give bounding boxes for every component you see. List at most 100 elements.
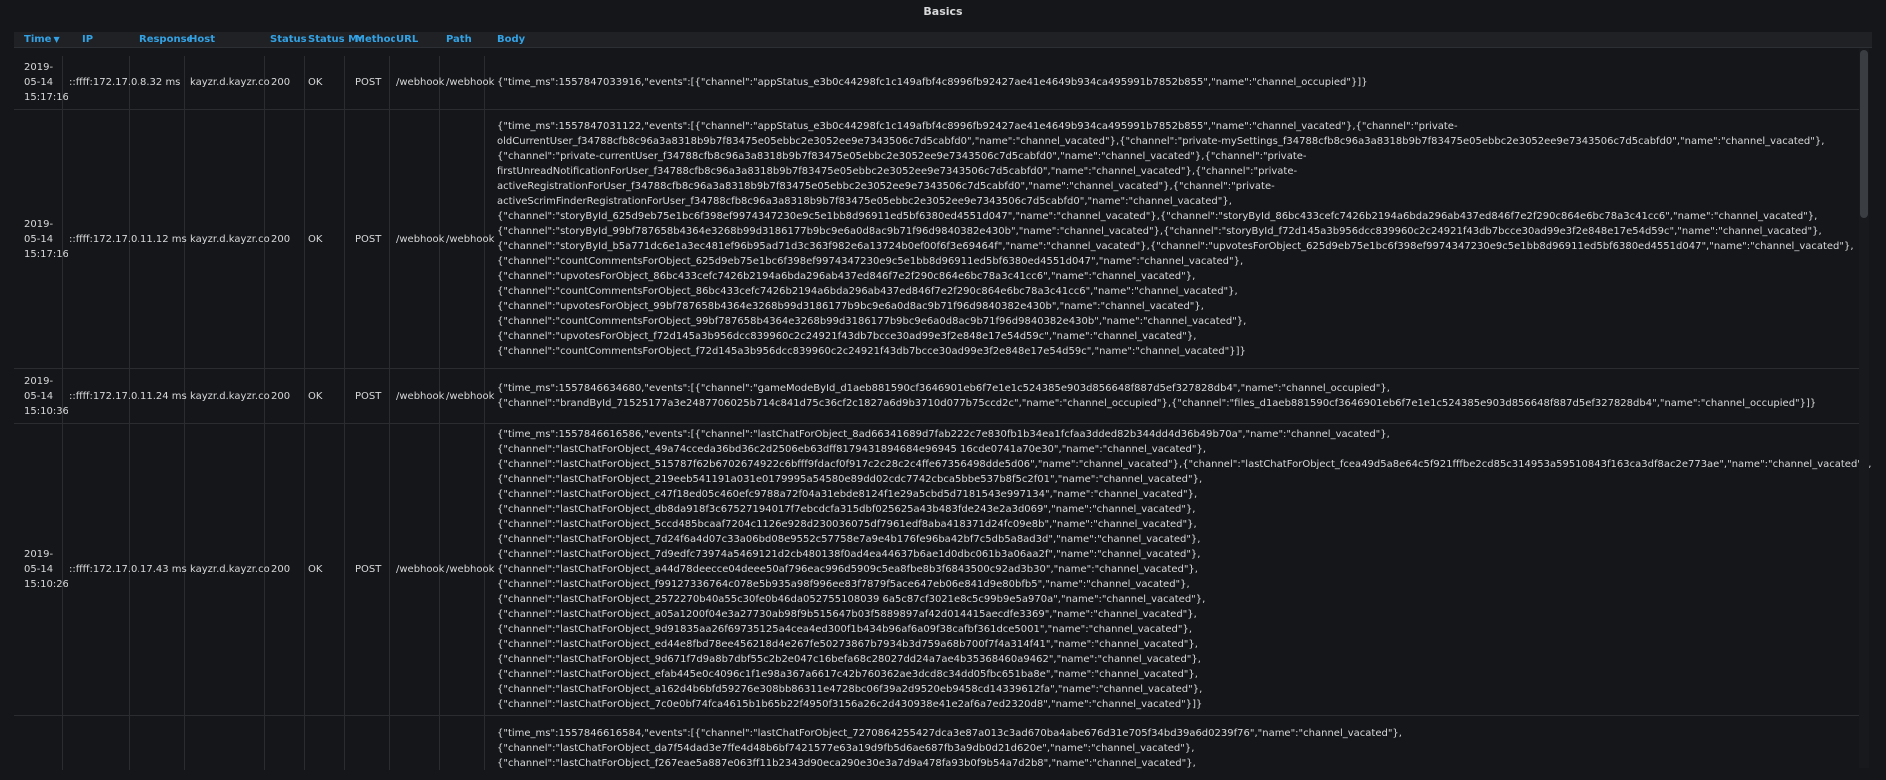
body-line: {"time_ms":1557846634680,"events":[{"cha… <box>497 383 1390 394</box>
body-line: {"channel":"storyById_625d9eb75e1bc6f398… <box>497 211 1818 222</box>
cell-status-message <box>308 716 354 770</box>
body-line: {"channel":"lastChatForObject_9d671f7d9a… <box>497 654 1201 665</box>
body-line: {"channel":"lastChatForObject_515787f62b… <box>497 459 1872 470</box>
body-line: {"channel":"lastChatForObject_a44d78deec… <box>497 564 1198 575</box>
cell-url <box>396 716 446 770</box>
cell-path: /webhook <box>446 233 495 245</box>
body-line: {"channel":"countCommentsForObject_99bf7… <box>497 316 1247 327</box>
cell-ip <box>69 716 139 770</box>
cell-method: POST <box>355 77 382 88</box>
body-line: oldCurrentUser_f34788cfb8c96a3a8318b9b7f… <box>497 136 1825 147</box>
body-line: {"channel":"lastChatForObject_5ccd485bca… <box>497 519 1197 530</box>
cell-response-time: 11.12 ms <box>140 233 187 245</box>
body-line: {"channel":"lastChatForObject_db8da918f3… <box>497 504 1196 515</box>
table-row[interactable]: {"time_ms":1557846616584,"events":[{"cha… <box>14 716 1864 770</box>
body-line: {"channel":"lastChatForObject_7d24f6a4d0… <box>497 534 1201 545</box>
cell-status-code: 200 <box>271 77 291 88</box>
column-header-status-message[interactable]: Status Messag <box>308 34 361 46</box>
cell-status-message: OK <box>308 77 323 88</box>
body-line: {"channel":"lastChatForObject_7c0e0bf74f… <box>497 699 1203 710</box>
cell-status-code: 200 <box>271 233 291 245</box>
cell-method: POST <box>355 390 382 402</box>
table-row[interactable]: 2019- 05-14 15:17:16::ffff:172.17.0.48.3… <box>14 56 1864 110</box>
column-header-ip[interactable]: IP <box>82 34 142 46</box>
body-line: {"channel":"storyById_b5a771dc6e1a3ec481… <box>497 241 1854 252</box>
body-line: {"channel":"countCommentsForObject_86bc4… <box>497 286 1238 297</box>
cell-body: {"time_ms":1557846616586,"events":[{"cha… <box>497 424 1871 715</box>
cell-url: /webhook <box>396 390 445 402</box>
cell-status-code: 200 <box>271 564 291 575</box>
body-line: {"time_ms":1557846616584,"events":[{"cha… <box>497 727 1402 739</box>
cell-method: POST <box>355 564 382 575</box>
cell-time: 2019- 05-14 15:10:26 <box>24 549 68 590</box>
table-panel: Basics Time▼ IP Response Ti Host Status … <box>0 0 1886 780</box>
column-header-response-time[interactable]: Response Ti <box>139 34 191 46</box>
data-table: Time▼ IP Response Ti Host Status Co Stat… <box>14 32 1872 770</box>
scrollbar-thumb[interactable] <box>1860 50 1868 218</box>
cell-url: /webhook <box>396 77 445 88</box>
column-header-path[interactable]: Path <box>446 34 496 46</box>
cell-time: 2019- 05-14 15:17:16 <box>24 62 68 103</box>
sort-desc-icon: ▼ <box>53 35 60 44</box>
cell-host: kayzr.d.kayzr.com <box>190 564 270 575</box>
column-header-host[interactable]: Host <box>189 34 264 46</box>
body-line: {"time_ms":1557847031122,"events":[{"cha… <box>497 121 1458 132</box>
column-header-url[interactable]: URL <box>396 34 446 46</box>
body-line: {"channel":"brandById_71525177a3e2487706… <box>497 398 1817 409</box>
column-header-body[interactable]: Body <box>497 34 577 46</box>
cell-path <box>446 716 496 770</box>
cell-response-time <box>140 716 190 770</box>
cell-method <box>355 716 395 770</box>
cell-host: kayzr.d.kayzr.com <box>190 390 270 402</box>
column-header-status-code[interactable]: Status Co <box>270 34 310 46</box>
cell-status-message: OK <box>308 390 323 402</box>
cell-ip: ::ffff:172.17.0.4 <box>69 390 139 402</box>
body-line: {"channel":"lastChatForObject_49a74cceda… <box>497 444 1207 455</box>
cell-ip: ::ffff:172.17.0.4 <box>69 564 139 575</box>
table-row[interactable]: 2019- 05-14 15:10:26::ffff:172.17.0.417.… <box>14 424 1871 716</box>
cell-status-code: 200 <box>271 390 291 402</box>
table-row[interactable]: 2019- 05-14 15:10:36::ffff:172.17.0.411.… <box>14 369 1864 424</box>
body-line: {"channel":"countCommentsForObject_625d9… <box>497 256 1244 267</box>
body-line: {"channel":"lastChatForObject_7d9edfc739… <box>497 549 1201 560</box>
body-line: {"channel":"countCommentsForObject_f72d1… <box>497 346 1246 357</box>
column-header-time-label: Time <box>24 34 52 45</box>
cell-status-message: OK <box>308 564 323 575</box>
cell-body: {"time_ms":1557846616584,"events":[{"cha… <box>497 716 1857 770</box>
cell-body: {"time_ms":1557847031122,"events":[{"cha… <box>497 110 1857 368</box>
cell-ip: ::ffff:172.17.0.4 <box>69 233 139 245</box>
table-row[interactable]: 2019- 05-14 15:17:16::ffff:172.17.0.411.… <box>14 110 1864 369</box>
table-header-row: Time▼ IP Response Ti Host Status Co Stat… <box>14 32 1872 48</box>
cell-body: {"time_ms":1557847033916,"events":[{"cha… <box>497 56 1857 109</box>
cell-host <box>190 716 270 770</box>
cell-response-time: 17.43 ms <box>140 564 187 575</box>
body-line: {"channel":"upvotesForObject_f72d145a3b9… <box>497 331 1197 342</box>
cell-response-time: 11.24 ms <box>140 390 187 402</box>
cell-url: /webhook <box>396 233 445 245</box>
cell-time: 2019- 05-14 15:17:16 <box>24 218 68 260</box>
body-line: {"channel":"lastChatForObject_a162d4b6bf… <box>497 684 1203 695</box>
cell-method: POST <box>355 233 382 245</box>
body-line: firstUnreadNotificationForUser_f34788cfb… <box>497 166 1298 177</box>
cell-url: /webhook <box>396 564 445 575</box>
cell-path: /webhook <box>446 390 495 402</box>
column-header-time[interactable]: Time ▼ <box>24 34 68 46</box>
body-line: {"channel":"lastChatForObject_ed44e8fbd7… <box>497 639 1198 650</box>
column-header-method[interactable]: Method <box>355 34 395 46</box>
cell-body: {"time_ms":1557846634680,"events":[{"cha… <box>497 369 1857 423</box>
cell-path: /webhook <box>446 564 495 575</box>
body-line: activeScrimFinderRegistrationForUser_f34… <box>497 196 1232 207</box>
panel-title[interactable]: Basics <box>0 5 1886 21</box>
cell-time <box>24 716 68 770</box>
cell-host: kayzr.d.kayzr.com <box>190 233 270 245</box>
cell-path: /webhook <box>446 77 495 88</box>
cell-time: 2019- 05-14 15:10:36 <box>24 375 68 417</box>
body-line: {"time_ms":1557846616586,"events":[{"cha… <box>497 429 1390 440</box>
body-line: {"channel":"private-currentUser_f34788cf… <box>497 151 1307 162</box>
body-line: {"channel":"upvotesForObject_99bf787658b… <box>497 301 1204 312</box>
body-line: {"channel":"lastChatForObject_2572270b40… <box>497 594 1206 605</box>
body-line: {"channel":"lastChatForObject_f267eae5a8… <box>497 757 1196 769</box>
body-line: {"channel":"storyById_99bf787658b4364e32… <box>497 226 1822 237</box>
body-line: {"channel":"lastChatForObject_c47f18ed05… <box>497 489 1198 500</box>
body-line: {"channel":"lastChatForObject_f991273367… <box>497 579 1190 590</box>
